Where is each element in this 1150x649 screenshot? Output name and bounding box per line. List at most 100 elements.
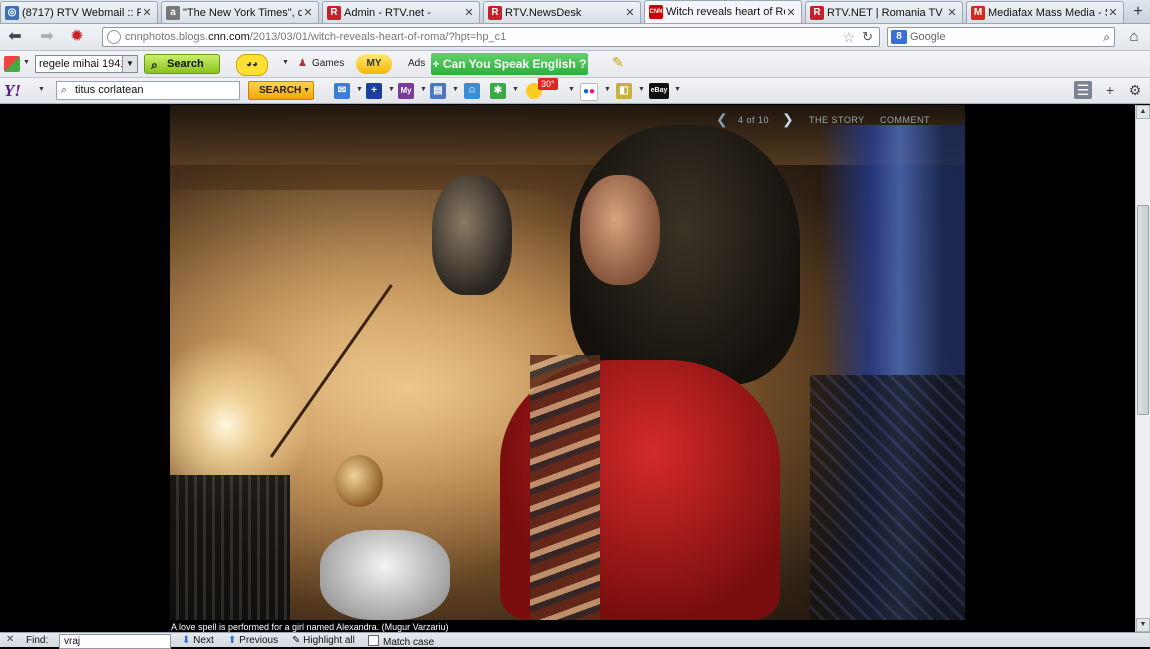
arrow-up-icon: ⬆ (228, 635, 237, 646)
messenger-icon[interactable]: ☺ (464, 83, 480, 99)
rtv-icon: R (327, 5, 341, 20)
find-bar: ✕ Find: vraj ⬇ Next ⬆ Previous ✎ Highlig… (0, 632, 1150, 649)
url-domain: cnn.com (208, 31, 250, 43)
yahoo-search-input[interactable]: ⌕ titus corlatean (56, 81, 240, 100)
yahoo-search-value: titus corlatean (75, 84, 144, 96)
gallery-photo[interactable] (170, 105, 965, 620)
chevron-down-icon[interactable]: ▼ (638, 86, 645, 93)
rtv-icon: R (810, 5, 824, 20)
chevron-down-icon[interactable]: ▼ (23, 59, 30, 66)
chevron-down-icon[interactable]: ▼ (674, 86, 681, 93)
close-tab-icon[interactable]: ✕ (624, 6, 636, 19)
photo-counter: 4 of 10 (738, 115, 770, 125)
chevron-down-icon[interactable]: ▼ (568, 86, 575, 93)
tab-nyt[interactable]: a "The New York Times", de... ✕ (161, 1, 319, 23)
close-tab-icon[interactable]: ✕ (141, 6, 153, 19)
close-tab-icon[interactable]: ✕ (785, 6, 797, 19)
search-button-label: Search (167, 58, 204, 70)
ads-link[interactable]: Ads (408, 58, 425, 69)
new-tab-button[interactable]: + (1127, 1, 1149, 23)
address-bar[interactable]: cnnphotos.blogs. cnn.com/2013/03/01/witch… (102, 27, 880, 47)
scroll-thumb[interactable] (1137, 205, 1149, 415)
google-icon[interactable]: 8 (891, 30, 907, 44)
tab-rtv-admin[interactable]: R Admin - RTV.net - ✕ (322, 1, 480, 23)
mail-icon[interactable]: ✉ (334, 83, 350, 99)
chevron-down-icon[interactable]: ▼ (38, 86, 45, 93)
find-value: vraj (64, 636, 81, 647)
gear-icon[interactable]: ⚙ (1126, 81, 1144, 99)
the-story-link[interactable]: THE STORY (809, 115, 865, 125)
previous-photo-icon[interactable]: ❮ (716, 111, 728, 128)
chevron-down-icon[interactable]: ▼ (452, 86, 459, 93)
match-case-checkbox[interactable]: Match case (368, 635, 434, 648)
site-identity-icon[interactable] (107, 30, 121, 44)
forward-button[interactable]: ➡ (36, 27, 58, 47)
tab-label: Witch reveals heart of Ro... (666, 6, 785, 18)
tab-label: (8717) RTV Webmail :: Po... (22, 6, 141, 19)
home-icon[interactable]: ⌂ (1124, 27, 1144, 47)
search-icon: ⌕ (151, 58, 158, 72)
search-icon[interactable]: ⌕ (1103, 30, 1110, 45)
tab-label: "The New York Times", de... (183, 6, 302, 19)
my-yahoo-icon[interactable]: My (398, 83, 414, 99)
close-tab-icon[interactable]: ✕ (302, 6, 314, 19)
close-findbar-icon[interactable]: ✕ (6, 634, 14, 645)
close-tab-icon[interactable]: ✕ (946, 6, 958, 19)
menu-list-icon[interactable]: ☰ (1074, 81, 1092, 99)
addon-bug-icon[interactable]: ✹ (66, 27, 88, 47)
close-tab-icon[interactable]: ✕ (1107, 6, 1119, 19)
scroll-down-button[interactable]: ▼ (1136, 618, 1150, 632)
tab-rtv-newsdesk[interactable]: R RTV.NewsDesk ✕ (483, 1, 641, 23)
find-previous-button[interactable]: ⬆ Previous (228, 635, 278, 646)
add-icon[interactable]: + (1101, 81, 1119, 99)
chevron-down-icon[interactable]: ▼ (604, 86, 611, 93)
tab-label: Mediafax Mass Media - Știri (988, 6, 1107, 19)
tab-cnn-witch[interactable]: CNN Witch reveals heart of Ro... ✕ (644, 0, 802, 23)
chevron-down-icon[interactable]: ▼ (512, 86, 519, 93)
yahoo-logo[interactable]: Y! (4, 81, 21, 101)
arrow-down-icon: ⬇ (182, 635, 191, 646)
next-photo-icon[interactable]: ❯ (782, 111, 794, 128)
search-engine-box[interactable]: 8 Google ⌕ (887, 27, 1115, 47)
scroll-up-button[interactable]: ▲ (1136, 105, 1150, 119)
reload-icon[interactable]: ↻ (862, 29, 873, 45)
tab-mediafax[interactable]: M Mediafax Mass Media - Știri ✕ (966, 1, 1124, 23)
apps-grid-icon[interactable] (4, 56, 20, 72)
chevron-down-icon[interactable]: ▼ (122, 56, 137, 72)
tab-rtv-romania-tv[interactable]: R RTV.NET | Romania TV | N... ✕ (805, 1, 963, 23)
close-tab-icon[interactable]: ✕ (463, 6, 475, 19)
comment-link[interactable]: COMMENT (880, 115, 930, 125)
games-link[interactable]: Games (312, 58, 344, 69)
find-label: Find: (26, 635, 49, 646)
rtv-icon: R (488, 5, 502, 20)
yahoo-toolbar: Y! ▼ ⌕ titus corlatean SEARCH ▼ ✉ ▼ + ▼ … (0, 78, 1150, 104)
chevron-down-icon[interactable]: ▼ (388, 86, 395, 93)
chevron-down-icon[interactable]: ▼ (282, 59, 289, 66)
plus-icon[interactable]: + (366, 83, 382, 99)
games-icon[interactable]: ♟ (298, 58, 307, 69)
toolbar-search-combo[interactable]: regele mihai 1941 ▼ (35, 55, 138, 73)
weather-temperature-badge: 30° (538, 78, 558, 90)
ebay-icon[interactable]: eBay (649, 83, 669, 99)
can-you-speak-english-button[interactable]: + Can You Speak English ? (431, 53, 588, 75)
chevron-down-icon[interactable]: ▼ (356, 86, 363, 93)
highlighter-icon: ✎ (292, 635, 301, 646)
find-next-button[interactable]: ⬇ Next (182, 635, 214, 646)
answers-icon[interactable]: ✱ (490, 83, 506, 99)
tab-label: RTV.NET | Romania TV | N... (827, 6, 946, 19)
tab-rtv-webmail[interactable]: ◎ (8717) RTV Webmail :: Po... ✕ (0, 1, 158, 23)
vertical-scrollbar[interactable]: ▲ ▼ (1135, 105, 1150, 632)
news-icon[interactable]: ▤ (430, 83, 446, 99)
my-emoticons-icon[interactable]: MY (356, 54, 392, 74)
yahoo-search-button[interactable]: SEARCH ▼ (248, 81, 314, 100)
flickr-icon[interactable]: ●● (580, 83, 598, 101)
bookmark-star-icon[interactable]: ☆ (842, 29, 855, 46)
pencil-icon[interactable]: ✎ (612, 54, 624, 71)
highlight-all-button[interactable]: ✎ Highlight all (292, 635, 355, 646)
back-button[interactable]: ⬅ (4, 27, 26, 47)
smiley-icon[interactable]: ◕◕ (236, 54, 268, 76)
chevron-down-icon[interactable]: ▼ (420, 86, 427, 93)
games-icon[interactable]: ◧ (616, 83, 632, 99)
toolbar-search-button[interactable]: ⌕ Search (144, 54, 220, 74)
tab-strip: ◎ (8717) RTV Webmail :: Po... ✕ a "The N… (0, 0, 1150, 24)
